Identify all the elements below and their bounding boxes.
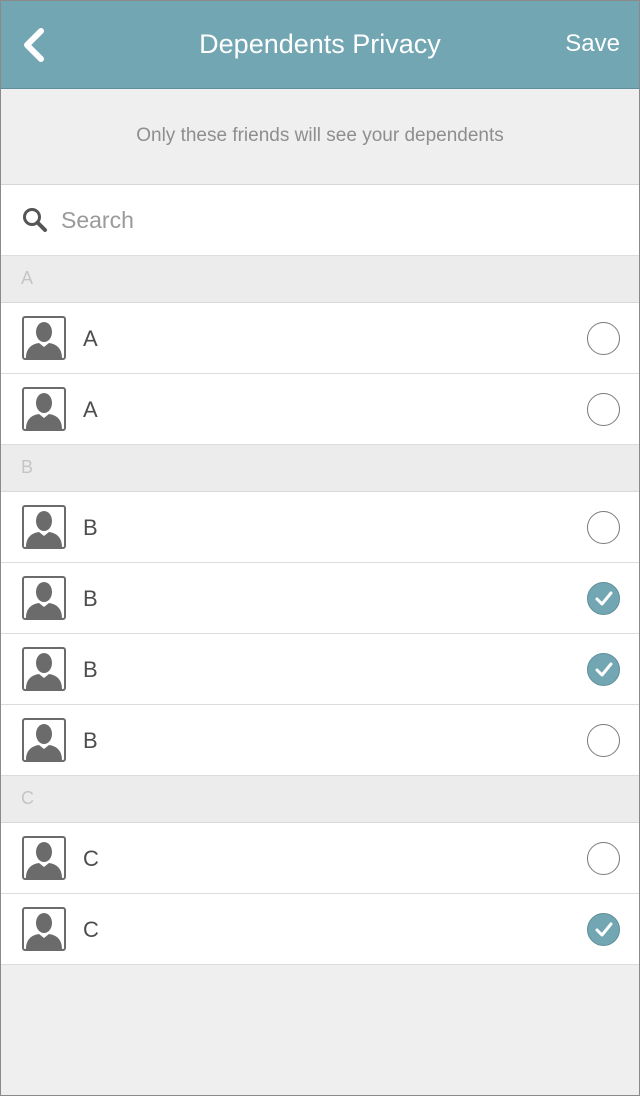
person-silhouette-icon	[26, 322, 62, 358]
navigation-bar: Dependents Privacy Save	[1, 1, 639, 89]
avatar	[22, 836, 66, 880]
friend-name: A	[83, 397, 98, 422]
select-checkbox[interactable]	[587, 913, 620, 946]
select-checkbox[interactable]	[587, 653, 620, 686]
person-silhouette-icon	[26, 393, 62, 429]
search-input[interactable]	[61, 201, 601, 239]
person-silhouette-icon	[26, 582, 62, 618]
search-bar	[1, 185, 639, 256]
section-letter: A	[21, 268, 34, 288]
section-letter: C	[21, 788, 34, 808]
avatar	[22, 647, 66, 691]
search-icon	[23, 208, 47, 232]
friend-row[interactable]: B	[1, 492, 639, 563]
friend-name: B	[83, 657, 98, 682]
select-checkbox[interactable]	[587, 582, 620, 615]
checkmark-icon	[595, 662, 613, 677]
select-checkbox[interactable]	[587, 724, 620, 757]
friend-row[interactable]: C	[1, 894, 639, 965]
avatar	[22, 576, 66, 620]
select-checkbox[interactable]	[587, 393, 620, 426]
avatar	[22, 718, 66, 762]
friend-name: B	[83, 728, 98, 753]
section-header: B	[1, 445, 639, 492]
friend-row[interactable]: C	[1, 823, 639, 894]
save-button[interactable]: Save	[565, 27, 620, 61]
section-header: C	[1, 776, 639, 823]
section-header: A	[1, 256, 639, 303]
friend-list: A A A B B B B B C C C	[1, 256, 639, 965]
friend-row[interactable]: A	[1, 303, 639, 374]
person-silhouette-icon	[26, 913, 62, 949]
select-checkbox[interactable]	[587, 842, 620, 875]
friend-row[interactable]: B	[1, 634, 639, 705]
person-silhouette-icon	[26, 842, 62, 878]
page-title: Dependents Privacy	[199, 29, 441, 59]
section-letter: B	[21, 457, 34, 477]
friend-row[interactable]: A	[1, 374, 639, 445]
person-silhouette-icon	[26, 511, 62, 547]
app-screen: Dependents Privacy Save Only these frien…	[0, 0, 640, 1096]
avatar	[22, 505, 66, 549]
friend-name: B	[83, 515, 98, 540]
info-banner: Only these friends will see your depende…	[1, 89, 639, 185]
friend-name: C	[83, 846, 99, 871]
select-checkbox[interactable]	[587, 322, 620, 355]
checkmark-icon	[595, 591, 613, 606]
info-text: Only these friends will see your depende…	[136, 125, 504, 146]
person-silhouette-icon	[26, 653, 62, 689]
select-checkbox[interactable]	[587, 511, 620, 544]
avatar	[22, 316, 66, 360]
person-silhouette-icon	[26, 724, 62, 760]
avatar	[22, 387, 66, 431]
friend-name: C	[83, 917, 99, 942]
avatar	[22, 907, 66, 951]
checkmark-icon	[595, 922, 613, 937]
friend-row[interactable]: B	[1, 705, 639, 776]
friend-name: B	[83, 586, 98, 611]
friend-row[interactable]: B	[1, 563, 639, 634]
friend-name: A	[83, 326, 98, 351]
